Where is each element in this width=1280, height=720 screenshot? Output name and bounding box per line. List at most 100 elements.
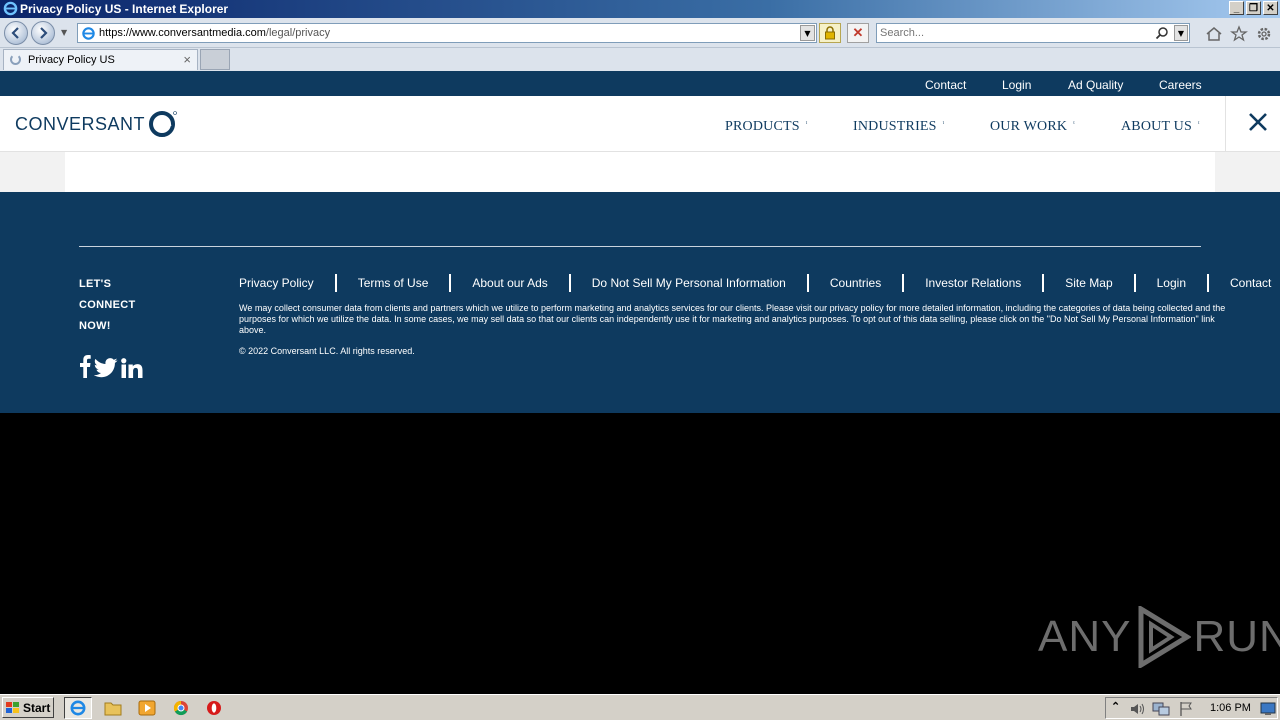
forward-button[interactable]	[31, 21, 55, 45]
security-lock-icon[interactable]	[819, 23, 841, 43]
gear-icon[interactable]	[1255, 25, 1273, 43]
restore-button[interactable]: ❐	[1246, 1, 1261, 15]
search-dropdown-icon[interactable]: ▼	[1174, 25, 1188, 41]
footer-disclaimer: We may collect consumer data from client…	[239, 303, 1226, 335]
footer-link-terms-of-use[interactable]: Terms of Use	[358, 276, 429, 290]
play-logo-icon	[1138, 606, 1192, 668]
network-icon[interactable]	[1152, 701, 1170, 717]
footer-link-separator	[1042, 274, 1045, 292]
caret-icon: ᵗ	[942, 119, 945, 128]
taskbar-chrome-button[interactable]	[167, 697, 195, 719]
nav-divider	[1225, 96, 1226, 152]
lets-connect-heading: LET'S CONNECT NOW!	[79, 274, 136, 337]
conversant-logo[interactable]: CONVERSANT	[15, 107, 178, 141]
site-footer: LET'S CONNECT NOW! Privacy Policy Terms …	[0, 192, 1280, 413]
minimize-button[interactable]: _	[1229, 1, 1244, 15]
top-link-careers[interactable]: Careers	[1159, 78, 1202, 92]
chrome-icon	[173, 700, 188, 716]
logo-text: CONVERSANT	[15, 113, 146, 134]
ie-icon	[70, 700, 86, 716]
stop-icon[interactable]: ✕	[847, 23, 869, 43]
action-center-flag-icon[interactable]	[1178, 701, 1194, 717]
opera-icon	[207, 701, 221, 715]
taskbar-opera-button[interactable]	[200, 697, 228, 719]
footer-link-privacy-policy[interactable]: Privacy Policy	[239, 276, 314, 290]
footer-link-contact[interactable]: Contact	[1230, 276, 1271, 290]
new-tab-button[interactable]	[200, 49, 230, 70]
history-dropdown-icon[interactable]: ▼	[61, 28, 67, 37]
url-path: /legal/privacy	[265, 27, 331, 39]
site-main-nav: CONVERSANT PRODUCTS ᵗ INDUSTRIES ᵗ OUR WOR…	[0, 96, 1280, 152]
url-text[interactable]: https://www.conversantmedia.com/legal/pr…	[99, 27, 330, 39]
browser-toolbar: ▼ https://www.conversantmedia.com/legal/…	[0, 18, 1280, 48]
footer-link-separator	[806, 274, 809, 292]
caret-icon: ᵗ	[1197, 119, 1200, 128]
ie-logo-icon	[3, 1, 18, 16]
back-button[interactable]	[4, 21, 28, 45]
start-button[interactable]: Start	[2, 697, 54, 718]
footer-link-about-our-ads[interactable]: About our Ads	[472, 276, 547, 290]
tab-privacy-policy[interactable]: Privacy Policy US ×	[3, 49, 198, 70]
footer-link-login[interactable]: Login	[1157, 276, 1186, 290]
watermark-left: ANY	[1038, 612, 1132, 661]
back-arrow-icon	[11, 27, 19, 39]
top-link-contact[interactable]: Contact	[925, 78, 966, 92]
window-close-button[interactable]: ✕	[1263, 1, 1278, 15]
nav-about-us-label: ABOUT US	[1121, 119, 1192, 134]
footer-link-do-not-sell[interactable]: Do Not Sell My Personal Information	[592, 276, 786, 290]
address-bar[interactable]: https://www.conversantmedia.com/legal/pr…	[77, 23, 817, 43]
tab-title: Privacy Policy US	[28, 54, 115, 66]
show-desktop-icon[interactable]	[1260, 702, 1276, 716]
menu-close-icon[interactable]	[1246, 110, 1270, 134]
window-titlebar[interactable]: Privacy Policy US - Internet Explorer _ …	[0, 0, 1280, 18]
search-box[interactable]: ▼	[876, 23, 1190, 43]
windows-taskbar: Start ⌃ 1:06 PM	[0, 694, 1280, 720]
taskbar-explorer-button[interactable]	[99, 697, 127, 719]
page-ie-icon	[82, 27, 95, 40]
taskbar-ie-button[interactable]	[64, 697, 92, 719]
footer-links: Privacy Policy Terms of Use About our Ad…	[239, 274, 1271, 292]
twitter-icon[interactable]	[94, 358, 118, 378]
footer-link-investor-relations[interactable]: Investor Relations	[925, 276, 1021, 290]
connect-line: CONNECT	[79, 299, 136, 311]
facebook-icon[interactable]	[79, 354, 91, 378]
home-icon[interactable]	[1205, 25, 1223, 43]
nav-industries-label: INDUSTRIES	[853, 119, 937, 134]
start-label: Start	[23, 700, 51, 715]
folder-icon	[104, 702, 122, 716]
footer-divider	[79, 246, 1201, 247]
content-panel	[65, 152, 1215, 192]
forward-arrow-icon	[40, 27, 48, 39]
address-dropdown-icon[interactable]: ▼	[800, 25, 815, 41]
top-link-login[interactable]: Login	[1002, 78, 1031, 92]
volume-icon[interactable]	[1130, 702, 1146, 716]
taskbar-media-player-button[interactable]	[133, 697, 161, 719]
footer-link-separator	[568, 274, 571, 292]
nav-industries[interactable]: INDUSTRIES ᵗ	[853, 119, 944, 135]
media-player-icon	[138, 700, 156, 716]
footer-link-separator	[902, 274, 905, 292]
tab-close-icon[interactable]: ×	[183, 52, 191, 67]
nav-our-work[interactable]: OUR WORK ᵗ	[990, 119, 1075, 135]
favorites-star-icon[interactable]	[1230, 25, 1248, 43]
window-title: Privacy Policy US - Internet Explorer	[20, 2, 229, 16]
nav-our-work-label: OUR WORK	[990, 119, 1068, 134]
nav-about-us[interactable]: ABOUT US ᵗ	[1121, 119, 1200, 135]
nav-products-label: PRODUCTS	[725, 119, 800, 134]
footer-link-separator	[1207, 274, 1209, 292]
tab-strip: Privacy Policy US ×	[0, 48, 1280, 71]
loading-spinner-icon	[10, 54, 21, 65]
nav-products[interactable]: PRODUCTS ᵗ	[725, 119, 807, 135]
footer-link-countries[interactable]: Countries	[830, 276, 881, 290]
linkedin-icon[interactable]	[121, 358, 143, 378]
watermark-right: RUN	[1193, 612, 1280, 661]
tray-expand-icon[interactable]: ⌃	[1111, 700, 1120, 713]
taskbar-clock[interactable]: 1:06 PM	[1210, 702, 1251, 714]
footer-link-separator	[449, 274, 452, 292]
logo-ring-icon	[149, 111, 177, 137]
footer-copyright: © 2022 Conversant LLC. All rights reserv…	[239, 346, 415, 356]
top-link-ad-quality[interactable]: Ad Quality	[1068, 78, 1123, 92]
search-input[interactable]	[880, 26, 1150, 40]
footer-link-site-map[interactable]: Site Map	[1065, 276, 1112, 290]
search-icon[interactable]	[1155, 26, 1169, 40]
